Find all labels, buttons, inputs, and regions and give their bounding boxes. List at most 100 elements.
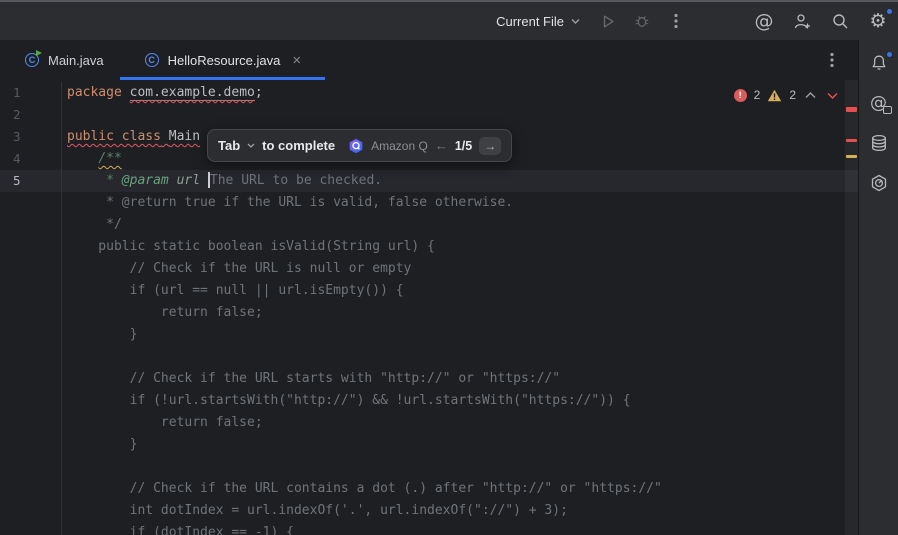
ai-chat-button[interactable]: @ [864,90,894,116]
previous-problem-button[interactable] [803,92,818,99]
code-line[interactable]: */ [0,214,858,236]
run-play-icon [601,14,616,29]
warning-count: 2 [789,88,796,102]
ai-assistant-button[interactable]: @ [750,8,778,34]
line-number [0,192,62,214]
code-line[interactable]: if (!url.startsWith("http://") && !url.s… [0,390,858,412]
line-number: 4 [0,148,62,170]
search-everywhere-button[interactable] [826,8,854,34]
stripe-mark[interactable] [846,107,857,112]
inline-completion-popup: Tab to complete [207,129,512,162]
notification-dot [886,51,893,58]
line-number [0,236,62,258]
code-with-me-button[interactable] [788,8,816,34]
ai-assistant-icon: @ [755,12,774,31]
tab-close-icon[interactable]: × [292,53,301,68]
java-class-icon: C [144,52,160,68]
code-editor[interactable]: 1package com.example.demo;23public class… [0,80,858,535]
stripe-mark[interactable] [846,139,857,142]
line-number [0,258,62,280]
line-number: 5 [0,170,62,192]
code-line[interactable]: 2 [0,104,858,126]
toolbar-more-button[interactable] [662,8,690,34]
error-count: 2 [754,88,761,102]
code-line[interactable]: public static boolean isValid(String url… [0,236,858,258]
code-line[interactable]: } [0,434,858,456]
line-number [0,412,62,434]
run-configuration-selector[interactable]: Current File [488,10,588,33]
tab-main-java[interactable]: C Main.java [8,40,120,80]
chevron-down-icon [571,18,580,24]
ai-chat-box-overlay [883,106,892,114]
right-tool-window-bar: @ [858,40,898,535]
code-line[interactable]: return false; [0,302,858,324]
tabbar-more-button[interactable] [818,47,846,73]
java-class-runnable-icon: C [24,52,40,68]
run-button[interactable] [594,8,622,34]
provider-label: Amazon Q [371,139,428,153]
editor-scrollbar[interactable] [845,80,858,535]
stripe-mark[interactable] [846,155,857,158]
line-number [0,302,62,324]
line-number: 3 [0,126,62,148]
editor-tab-bar: C Main.java C HelloResource.java × [0,40,858,80]
code-line[interactable]: int dotIndex = url.indexOf('.', url.inde… [0,500,858,522]
code-line[interactable]: if (url == null || url.isEmpty()) { [0,280,858,302]
code-line[interactable]: // Check if the URL is null or empty [0,258,858,280]
inspections-widget[interactable]: ! 2 2 [734,88,840,102]
code-line[interactable]: * @return true if the URL is valid, fals… [0,192,858,214]
run-configuration-label: Current File [496,14,564,29]
search-icon [832,13,849,30]
debug-button[interactable] [628,8,656,34]
previous-suggestion-arrow[interactable]: ← [435,138,448,153]
code-line[interactable]: // Check if the URL starts with "http://… [0,368,858,390]
line-number [0,346,62,368]
ide-window: Current File [0,0,898,535]
line-number [0,522,62,535]
suggestion-counter: 1/5 [455,139,472,153]
chevron-down-icon [247,143,255,148]
line-number [0,324,62,346]
more-vertical-icon [674,13,678,29]
database-icon [870,134,888,152]
line-number: 2 [0,104,62,126]
line-number [0,500,62,522]
code-line[interactable]: 1package com.example.demo; [0,82,858,104]
code-line[interactable]: return false; [0,412,858,434]
line-number [0,368,62,390]
code-line[interactable]: // Check if the URL contains a dot (.) a… [0,478,858,500]
settings-notification-dot [886,8,893,15]
error-icon: ! [734,89,747,102]
notifications-button[interactable] [864,50,894,76]
dependencies-button[interactable] [864,170,894,196]
line-number [0,214,62,236]
code-line[interactable]: } [0,324,858,346]
database-button[interactable] [864,130,894,156]
code-line[interactable]: 5 * @param url The URL to be checked. [0,170,858,192]
tab-key-label[interactable]: Tab [218,138,240,153]
settings-button[interactable]: ⚙ [864,8,892,34]
line-number: 1 [0,82,62,104]
main-toolbar: Current File [0,0,898,40]
tab-label: HelloResource.java [168,53,281,68]
code-line[interactable] [0,346,858,368]
next-problem-button[interactable] [825,92,840,99]
debug-bug-icon [634,13,650,29]
amazon-q-icon [348,138,364,154]
more-vertical-icon [830,52,834,68]
gear-icon: ⚙ [869,12,886,31]
warning-icon [767,89,782,102]
line-number [0,434,62,456]
code-line[interactable]: if (dotIndex == -1) { [0,522,858,535]
code-line[interactable] [0,456,858,478]
tab-helloresource-java[interactable]: C HelloResource.java × [120,40,326,80]
tab-label: Main.java [48,53,104,68]
line-number [0,456,62,478]
dependencies-hexagon-icon [870,174,888,192]
line-number [0,390,62,412]
completion-hint-label: to complete [262,138,335,153]
next-suggestion-button[interactable]: → [479,137,501,155]
code-with-me-icon [793,13,811,30]
bell-icon [870,54,888,72]
line-number [0,280,62,302]
